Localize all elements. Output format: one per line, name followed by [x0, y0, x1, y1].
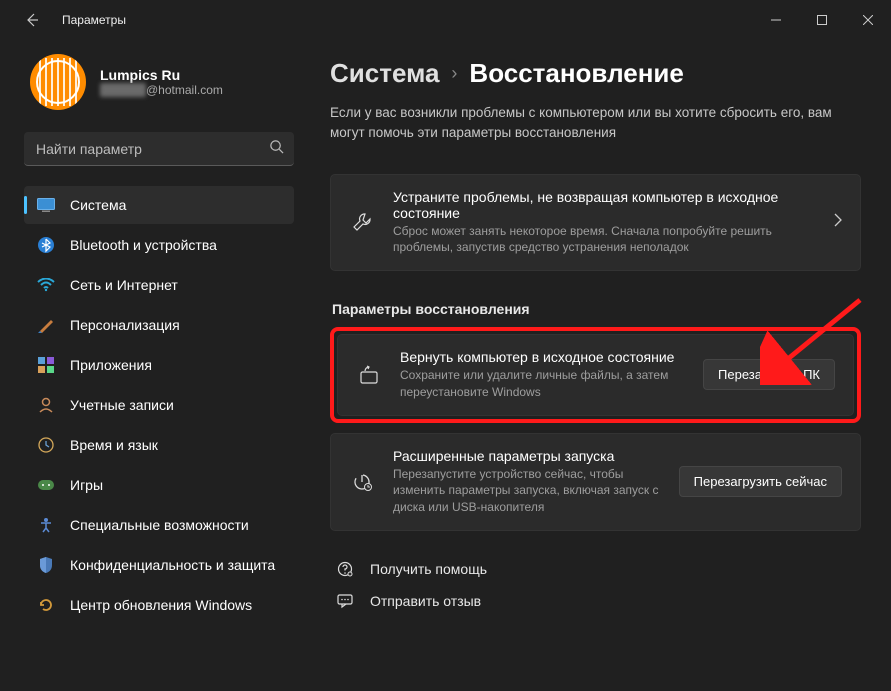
feedback-link[interactable]: Отправить отзыв — [330, 585, 861, 617]
titlebar: Параметры — [0, 0, 891, 40]
nav-item-time-language[interactable]: Время и язык — [24, 426, 294, 464]
card-title: Вернуть компьютер в исходное состояние — [400, 349, 703, 365]
content: Система › Восстановление Если у вас возн… — [310, 40, 891, 691]
wifi-icon — [36, 275, 56, 295]
bluetooth-icon — [36, 235, 56, 255]
nav-item-personalization[interactable]: Персонализация — [24, 306, 294, 344]
help-icon — [334, 561, 356, 577]
nav-item-system[interactable]: Система — [24, 186, 294, 224]
profile-name: Lumpics Ru — [100, 67, 223, 83]
account-icon — [36, 395, 56, 415]
shield-icon — [36, 555, 56, 575]
back-button[interactable] — [20, 8, 44, 32]
update-icon — [36, 595, 56, 615]
nav-item-gaming[interactable]: Игры — [24, 466, 294, 504]
breadcrumb-parent[interactable]: Система — [330, 58, 439, 89]
card-title: Расширенные параметры запуска — [393, 448, 679, 464]
power-icon — [349, 472, 375, 492]
close-button[interactable] — [845, 0, 891, 40]
clock-icon — [36, 435, 56, 455]
reset-pc-button[interactable]: Перезагрузка ПК — [703, 359, 835, 390]
breadcrumb: Система › Восстановление — [330, 58, 861, 89]
accessibility-icon — [36, 515, 56, 535]
card-reset-pc: Вернуть компьютер в исходное состояние С… — [337, 334, 854, 416]
card-sub: Перезапустите устройство сейчас, чтобы и… — [393, 466, 679, 516]
card-title: Устраните проблемы, не возвращая компьют… — [393, 189, 820, 221]
restart-now-button[interactable]: Перезагрузить сейчас — [679, 466, 842, 497]
brush-icon — [36, 315, 56, 335]
nav-item-accounts[interactable]: Учетные записи — [24, 386, 294, 424]
nav-item-privacy[interactable]: Конфиденциальность и защита — [24, 546, 294, 584]
profile-email: xxxxxxx@hotmail.com — [100, 83, 223, 97]
breadcrumb-current: Восстановление — [469, 58, 683, 89]
nav-item-apps[interactable]: Приложения — [24, 346, 294, 384]
highlight-box: Вернуть компьютер в исходное состояние С… — [330, 327, 861, 423]
card-sub: Сохраните или удалите личные файлы, а за… — [400, 367, 703, 401]
chevron-right-icon — [834, 213, 842, 232]
search-input[interactable] — [36, 141, 269, 157]
avatar — [30, 54, 86, 110]
card-troubleshoot[interactable]: Устраните проблемы, не возвращая компьют… — [330, 174, 861, 272]
get-help-link[interactable]: Получить помощь — [330, 553, 861, 585]
section-title: Параметры восстановления — [332, 301, 861, 317]
search-box[interactable] — [24, 132, 294, 166]
page-description: Если у вас возникли проблемы с компьютер… — [330, 103, 840, 144]
chevron-right-icon: › — [451, 63, 457, 84]
feedback-icon — [334, 593, 356, 609]
system-icon — [36, 195, 56, 215]
sidebar: Lumpics Ru xxxxxxx@hotmail.com Система — [0, 40, 310, 691]
window-title: Параметры — [62, 13, 126, 27]
search-icon — [269, 139, 284, 159]
card-sub: Сброс может занять некоторое время. Снач… — [393, 223, 820, 257]
apps-icon — [36, 355, 56, 375]
nav-item-accessibility[interactable]: Специальные возможности — [24, 506, 294, 544]
nav-item-network[interactable]: Сеть и Интернет — [24, 266, 294, 304]
nav-item-update[interactable]: Центр обновления Windows — [24, 586, 294, 624]
profile[interactable]: Lumpics Ru xxxxxxx@hotmail.com — [24, 54, 304, 110]
maximize-button[interactable] — [799, 0, 845, 40]
reset-icon — [356, 365, 382, 385]
card-advanced-startup: Расширенные параметры запуска Перезапуст… — [330, 433, 861, 531]
nav-list: Система Bluetooth и устройства Сеть и Ин… — [24, 186, 304, 624]
nav-item-bluetooth[interactable]: Bluetooth и устройства — [24, 226, 294, 264]
minimize-button[interactable] — [753, 0, 799, 40]
games-icon — [36, 475, 56, 495]
wrench-icon — [349, 212, 375, 232]
related-links: Получить помощь Отправить отзыв — [330, 553, 861, 617]
